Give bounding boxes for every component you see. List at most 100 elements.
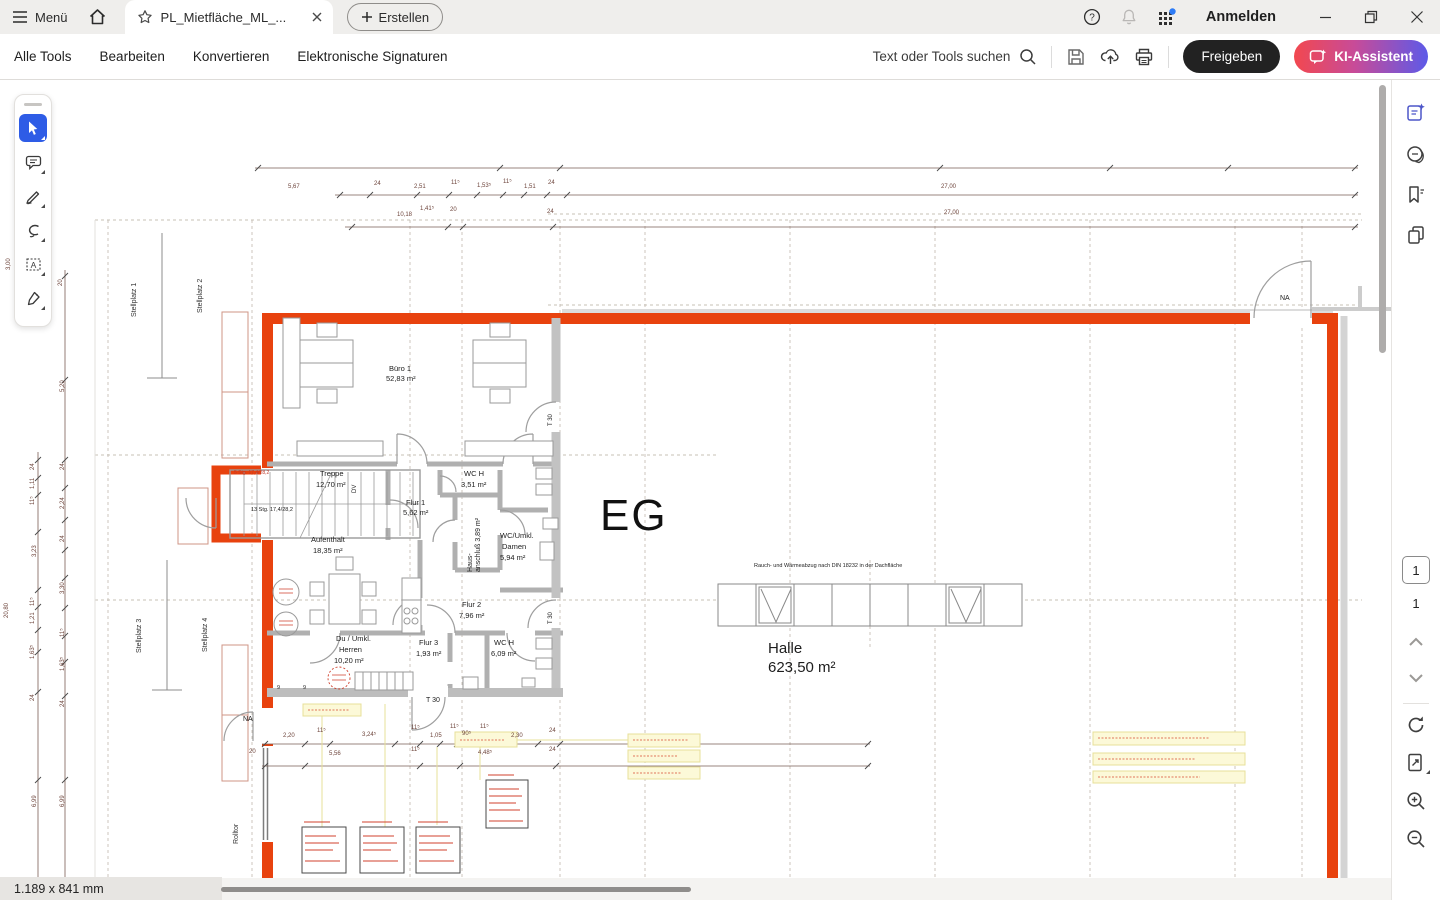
flyout-indicator [41,272,45,276]
quick-tools-panel: A [14,94,52,327]
nav-konvertieren[interactable]: Konvertieren [193,49,270,64]
plus-icon [361,11,373,23]
pages-panel-button[interactable] [1405,224,1427,246]
ai-summary-icon [1405,102,1427,124]
text-select-icon: A [25,256,42,273]
main-toolbar: Alle Tools Bearbeiten Konvertieren Elekt… [0,34,1440,80]
nav-alle-tools[interactable]: Alle Tools [14,49,72,64]
zoom-out-icon [1405,828,1427,850]
flyout-indicator [41,204,45,208]
zoom-out-button[interactable] [1405,828,1427,850]
panel-drag-handle[interactable] [24,103,42,106]
divider [1168,46,1169,68]
title-bar-left: Menü PL_Mietfläche_ML_... Erstellen [0,0,443,34]
star-icon[interactable] [137,9,153,25]
rotate-icon [1405,714,1427,736]
create-label: Erstellen [379,10,430,25]
cursor-icon [25,120,41,136]
next-page-button[interactable] [1405,671,1427,693]
page-total: 1 [1392,596,1440,611]
bookmarks-panel-button[interactable] [1405,184,1427,206]
upload-cloud-button[interactable] [1100,47,1120,67]
flyout-indicator [41,170,45,174]
fill-sign-tool[interactable] [19,284,47,312]
previous-page-button[interactable] [1405,635,1427,657]
svg-text:A: A [30,259,36,269]
divider [1403,703,1429,704]
menu-label: Menü [35,10,68,25]
search-control[interactable]: Text oder Tools suchen [873,48,1038,66]
comments-icon [1405,144,1427,166]
horizontal-scrollbar-thumb[interactable] [221,887,691,892]
stairs [230,470,420,538]
close-button[interactable] [1394,0,1440,34]
help-icon: ? [1083,8,1101,26]
ai-assistant-icon [1309,49,1327,65]
home-button[interactable] [88,8,107,26]
zoom-in-icon [1405,790,1427,812]
nav-esignaturen[interactable]: Elektronische Signaturen [297,49,447,64]
save-button[interactable] [1066,47,1086,67]
comment-tool[interactable] [19,148,47,176]
menu-button[interactable]: Menü [12,10,68,25]
printer-icon [1134,47,1154,67]
title-bar: Menü PL_Mietfläche_ML_... Erstellen ? [0,0,1440,34]
comments-panel-button[interactable] [1405,144,1427,166]
tab-title: PL_Mietfläche_ML_... [161,10,303,25]
vertical-scrollbar[interactable] [1379,84,1386,884]
close-icon [1410,10,1424,24]
apps-grid-button[interactable] [1157,8,1175,26]
save-icon [1066,47,1086,67]
nav-bearbeiten[interactable]: Bearbeiten [100,49,165,64]
chevron-down-icon [1405,671,1427,685]
share-button[interactable]: Freigeben [1183,40,1280,73]
draw-tool[interactable] [19,182,47,210]
floorplan-drawing [0,80,1440,900]
cloud-upload-icon [1100,47,1121,67]
title-bar-right: ? Anmelden [1083,0,1440,34]
ai-summary-panel-button[interactable] [1405,102,1427,124]
bell-icon [1120,8,1138,26]
vertical-scrollbar-thumb[interactable] [1379,85,1386,353]
search-icon [1019,48,1037,66]
comment-icon [25,154,42,171]
hamburger-icon [12,10,28,24]
fit-page-icon [1405,752,1427,774]
rotate-page-button[interactable] [1405,714,1427,736]
restore-button[interactable] [1348,0,1394,34]
sign-pen-icon [25,290,42,307]
apps-grid-icon [1157,8,1177,28]
flyout-indicator [41,136,45,140]
document-viewer[interactable]: Büro 152,83 m²Treppe12,70 m²Flur 15,62 m… [0,80,1392,900]
notifications-button[interactable] [1120,8,1138,26]
lasso-tool[interactable] [19,216,47,244]
ai-assistant-button[interactable]: KI-Assistent [1294,40,1428,73]
dimension-ticks [35,165,1358,900]
chevron-up-icon [1405,635,1427,649]
select-tool[interactable] [19,114,47,142]
pencil-icon [25,188,42,205]
sign-in-button[interactable]: Anmelden [1206,9,1276,25]
lasso-icon [25,222,42,239]
print-button[interactable] [1134,47,1154,67]
bookmark-icon [1405,184,1427,206]
page-dimensions-status: 1.189 x 841 mm [0,877,222,900]
search-label: Text oder Tools suchen [873,49,1011,64]
select-text-tool[interactable]: A [19,250,47,278]
doors [186,261,1311,741]
fit-page-button[interactable] [1405,752,1427,774]
acrobat-window: Büro 152,83 m²Treppe12,70 m²Flur 15,62 m… [0,0,1440,900]
tab-close-icon[interactable] [311,11,323,23]
home-icon [88,8,107,26]
create-button[interactable]: Erstellen [347,3,444,31]
minimize-button[interactable] [1302,0,1348,34]
copy-pages-icon [1405,224,1427,246]
skylight-strip [718,584,1022,626]
flyout-indicator [41,238,45,242]
page-number-input[interactable]: 1 [1402,556,1430,584]
help-button[interactable]: ? [1083,8,1101,26]
zoom-in-button[interactable] [1405,790,1427,812]
parking-outlines [178,312,607,900]
share-label: Freigeben [1201,49,1262,64]
document-tab[interactable]: PL_Mietfläche_ML_... [125,0,333,34]
